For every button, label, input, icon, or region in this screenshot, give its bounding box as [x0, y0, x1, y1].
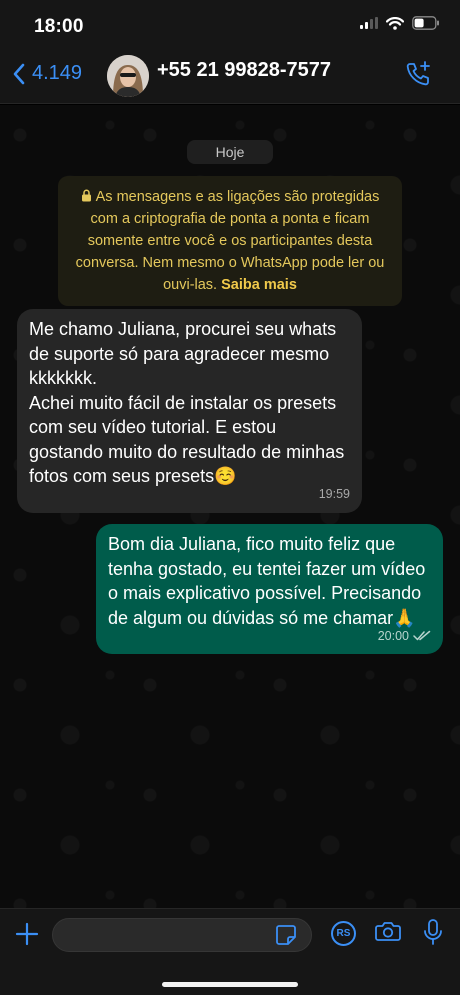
phone-plus-icon: [406, 61, 430, 86]
home-indicator[interactable]: [162, 982, 298, 987]
sticker-button[interactable]: [275, 924, 297, 951]
chat-area[interactable]: Hoje As mensagens e as ligações são prot…: [0, 105, 460, 908]
message-meta: 20:00: [378, 624, 431, 649]
chevron-left-icon: [13, 63, 25, 84]
status-time: 18:00: [34, 16, 84, 37]
camera-icon: [375, 922, 401, 941]
avatar[interactable]: [107, 55, 149, 97]
add-call-button[interactable]: [404, 60, 432, 93]
back-button[interactable]: 4.149: [12, 62, 82, 85]
message-time: 19:59: [318, 487, 350, 501]
camera-button[interactable]: [375, 920, 401, 947]
status-icons: [360, 16, 440, 30]
avatar-photo-icon: [107, 55, 149, 97]
back-unread-count: 4.149: [32, 62, 83, 84]
cellular-signal-icon: [360, 17, 378, 29]
message-input[interactable]: [52, 918, 312, 952]
plus-icon: [15, 922, 39, 946]
incoming-message[interactable]: Me chamo Juliana, procurei seu whats de …: [17, 309, 362, 513]
message-input-bar: RS: [0, 908, 460, 995]
date-chip: Hoje: [187, 140, 273, 164]
sticker-icon: [276, 925, 296, 945]
status-bar: 18:00: [0, 0, 460, 48]
microphone-icon: [424, 919, 442, 945]
message-text: Me chamo Juliana, procurei seu whats de …: [29, 319, 345, 486]
encryption-notice[interactable]: As mensagens e as ligações são protegida…: [58, 176, 402, 306]
payment-button[interactable]: RS: [331, 921, 356, 946]
chat-header: 4.149 +55 21 99828-7577: [0, 48, 460, 104]
outgoing-message[interactable]: Bom dia Juliana, fico muito feliz que te…: [96, 524, 443, 654]
read-checks-icon: [413, 631, 431, 641]
battery-icon: [412, 16, 439, 30]
wifi-icon: [386, 16, 404, 30]
message-text: Bom dia Juliana, fico muito feliz que te…: [108, 534, 426, 628]
lock-icon: [81, 189, 91, 202]
attach-button[interactable]: [14, 921, 40, 952]
message-time: 20:00: [377, 628, 409, 643]
contact-name[interactable]: +55 21 99828-7577: [157, 59, 331, 82]
learn-more-link[interactable]: Saiba mais: [221, 277, 297, 293]
voice-message-button[interactable]: [423, 919, 443, 950]
